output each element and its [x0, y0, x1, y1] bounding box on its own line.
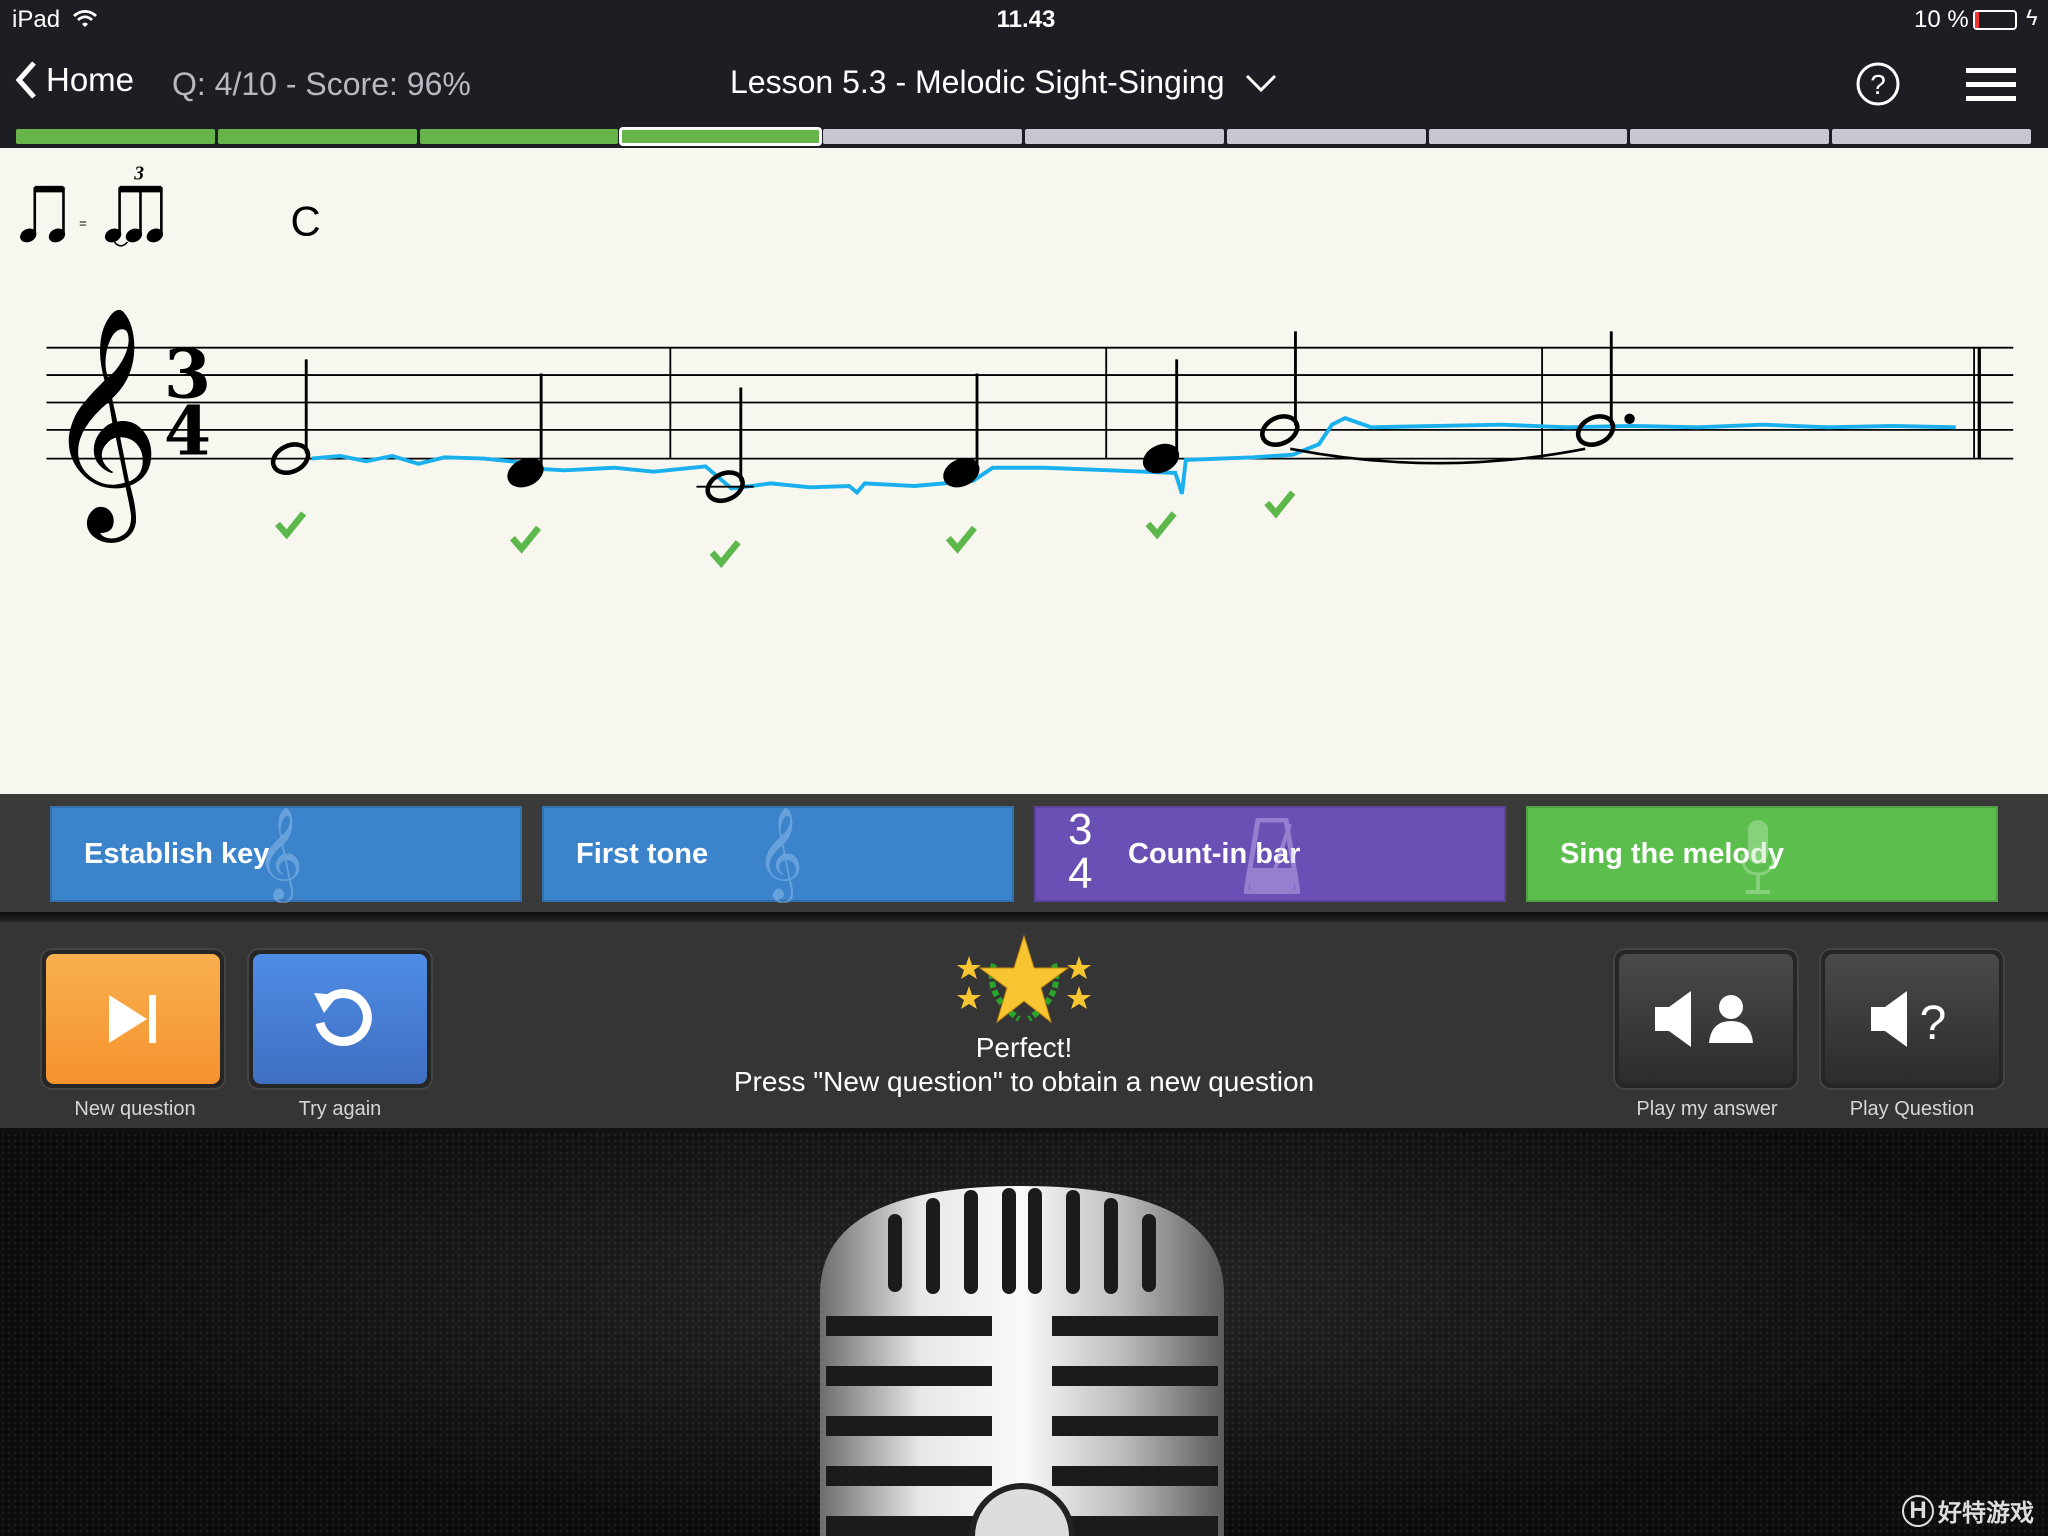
home-back-button[interactable]: Home [14, 60, 134, 100]
device-label: iPad [12, 6, 61, 33]
step-count-in-bar-button[interactable]: 3 4 Count-in bar [1034, 806, 1506, 902]
treble-clef-icon: 𝄞 [45, 305, 161, 543]
metronome-icon [1244, 818, 1300, 894]
tie [1289, 447, 1586, 465]
svg-text:?: ? [1870, 69, 1886, 100]
progress-segment [1024, 129, 1224, 144]
chevron-down-icon [1245, 74, 1276, 92]
progress-segment [16, 129, 215, 144]
score-sheet: = 3 C 𝄞 3 4 [0, 148, 2048, 794]
new-question-button[interactable] [40, 948, 226, 1090]
tempo-equivalence: = 3 [20, 163, 164, 247]
svg-text:=: = [79, 216, 87, 231]
time-top: 3 [1068, 805, 1093, 854]
time-signature-bottom: 4 [164, 392, 211, 472]
skip-forward-icon [109, 995, 156, 1043]
nav-bar: Home Q: 4/10 - Score: 96% Lesson 5.3 - M… [0, 40, 2048, 128]
progress-segment [419, 129, 619, 144]
key-label: C [291, 197, 321, 244]
home-label: Home [46, 61, 135, 98]
watermark-logo: H 好特游戏 [1902, 1493, 2034, 1528]
time-bottom: 4 [1068, 849, 1093, 898]
check-icon [275, 511, 307, 540]
note-d4-quarter [943, 373, 980, 488]
retry-icon [314, 989, 372, 1047]
treble-clef-icon: 𝄞 [756, 806, 804, 899]
step-first-tone-button[interactable]: First tone 𝄞 [542, 806, 1014, 902]
lesson-selector[interactable]: Lesson 5.3 - Melodic Sight-Singing [730, 64, 1277, 101]
new-question-label: New question [74, 1098, 196, 1120]
battery-percent: 10 % [1914, 6, 1969, 33]
step-sing-the-melody-button[interactable]: Sing the melody [1526, 806, 1998, 902]
step-buttons-row: Establish key 𝄞 First tone 𝄞 3 4 Count-in bar S… [0, 794, 2048, 912]
bolt-icon: ϟ [2026, 5, 2038, 30]
microphone-icon [1740, 820, 1776, 894]
check-icon [509, 525, 542, 554]
microphone-area: H 好特游戏 [0, 1132, 2048, 1536]
check-icon [709, 540, 741, 569]
battery-icon [1973, 10, 2017, 30]
progress-segment [619, 127, 823, 146]
treble-clef-icon: 𝄞 [256, 806, 304, 899]
result-message: Press "New question" to obtain a new que… [733, 1066, 1315, 1097]
play-question-button[interactable]: ? [1819, 948, 2005, 1090]
progress-segment [1226, 129, 1426, 144]
try-again-button[interactable] [247, 948, 433, 1090]
control-panel: New question Try again Perfect! Press "N… [0, 922, 2048, 1132]
check-icon [1145, 511, 1177, 540]
progress-segment [217, 129, 417, 144]
step-label: First tone [576, 837, 709, 870]
play-my-answer-label: Play my answer [1636, 1098, 1778, 1120]
perfect-stars-icon [957, 934, 1091, 1024]
note-d4-quarter [507, 373, 544, 488]
play-question-label: Play Question [1849, 1098, 1975, 1120]
count-in-time-signature: 34 [1068, 808, 1092, 896]
microphone-icon[interactable] [818, 1184, 1226, 1536]
note-e4-quarter [1142, 359, 1180, 474]
question-progress-bar [16, 127, 2031, 146]
divider [0, 912, 2048, 922]
step-label: Establish key [84, 837, 270, 870]
step-establish-key-button[interactable]: Establish key 𝄞 [50, 806, 522, 902]
check-icon [945, 525, 977, 554]
tuplet-number: 3 [133, 163, 144, 184]
hamburger-icon[interactable] [1966, 66, 2016, 104]
speaker-person-icon [1655, 991, 1753, 1047]
speaker-question-icon: ? [1871, 991, 1947, 1049]
note-g4-dotted-half [1575, 331, 1635, 447]
check-icon [1264, 490, 1296, 519]
chevron-left-icon [15, 61, 36, 99]
progress-segment [1428, 129, 1628, 144]
lesson-title: Lesson 5.3 - Melodic Sight-Singing [730, 64, 1225, 100]
status-bar: iPad 11.43 10 % ϟ [0, 0, 2048, 40]
play-my-answer-button[interactable] [1613, 948, 1799, 1090]
progress-segment [1832, 129, 2031, 144]
progress-segment [823, 129, 1022, 144]
note-e4-half [270, 359, 311, 476]
svg-text:?: ? [1920, 997, 1947, 1049]
clock: 11.43 [996, 6, 1056, 33]
music-staff: = 3 C 𝄞 3 4 [20, 163, 2014, 569]
score-text: Q: 4/10 - Score: 96% [172, 66, 471, 102]
progress-segment [1630, 129, 1830, 144]
try-again-label: Try again [298, 1098, 382, 1120]
question-circle-icon[interactable]: ? [1856, 62, 1900, 106]
result-title: Perfect! [975, 1032, 1073, 1063]
note-g4-half [1260, 331, 1300, 447]
wifi-icon [73, 10, 97, 27]
